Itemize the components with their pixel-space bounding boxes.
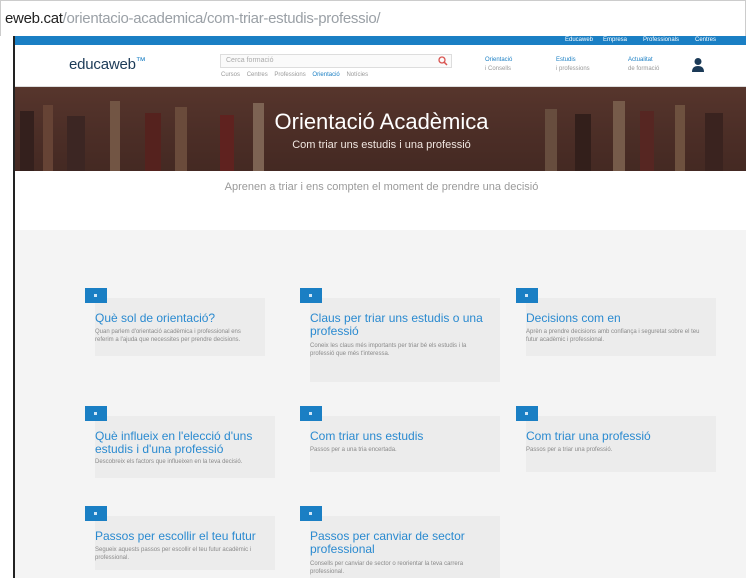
header-link-subtitle: de formació — [628, 66, 660, 72]
site-header: educaweb™ Cerca formació Cursos Centres … — [15, 45, 746, 87]
top-link-2[interactable]: Empresa — [603, 37, 627, 44]
hero-title: Orientació Acadèmica — [274, 109, 489, 134]
card-com-triar-estudis[interactable]: Com triar uns estudis Passos per a una t… — [300, 406, 500, 472]
card-desc: Passos per a una tria encertada. — [310, 447, 397, 453]
filter-professions[interactable]: Professions — [274, 72, 305, 78]
card-badge-icon — [300, 406, 322, 421]
card-passos-futur[interactable]: Passos per escollir el teu futur Segueix… — [85, 506, 275, 570]
url-host: eweb.cat — [5, 10, 63, 27]
logo-text: educaweb — [69, 56, 136, 73]
search-input[interactable]: Cerca formació — [220, 54, 452, 68]
user-icon[interactable] — [691, 57, 705, 73]
card-badge-icon — [516, 406, 538, 421]
header-link-title: Estudis — [556, 57, 576, 63]
hero-banner: Orientació Acadèmica Com triar uns estud… — [15, 87, 746, 171]
logo-mark: ™ — [135, 56, 146, 67]
card-badge-icon — [300, 288, 322, 303]
card-title[interactable]: Com triar uns estudis — [310, 430, 431, 443]
url-path: /orientacio-academica/com-triar-estudis-… — [62, 10, 381, 27]
card-badge-icon — [85, 506, 107, 521]
card-passos-canviar[interactable]: Passos per canviar de sector professiona… — [300, 506, 500, 578]
top-link-4[interactable]: Centres — [695, 37, 716, 44]
url-text[interactable]: eweb.cat/orientacio-academica/com-triar-… — [5, 10, 381, 27]
card-title[interactable]: Claus per triar uns estudis o una profes… — [310, 312, 500, 338]
card-badge-icon — [85, 288, 107, 303]
card-que-es-orientacio[interactable]: Què sol de orientació? Quan parlem d'ori… — [85, 288, 265, 356]
card-desc: Passos per a triar una professió. — [526, 447, 613, 453]
card-desc: Descobreix els factors que influeixen en… — [95, 459, 243, 465]
address-bar[interactable]: eweb.cat/orientacio-academica/com-triar-… — [0, 0, 746, 36]
filter-orientacio[interactable]: Orientació — [312, 72, 339, 78]
header-link-orientacio[interactable]: Orientació i Consells — [485, 56, 535, 74]
card-badge-icon — [85, 406, 107, 421]
card-title[interactable]: Passos per canviar de sector professiona… — [310, 530, 500, 556]
header-link-subtitle: i professions — [556, 66, 590, 72]
filter-centres[interactable]: Centres — [247, 72, 268, 78]
cards-section: Què sol de orientació? Quan parlem d'ori… — [15, 230, 746, 578]
card-com-triar-professio[interactable]: Com triar una professió Passos per a tri… — [516, 406, 716, 472]
web-page: Educaweb Empresa Professionals Centres e… — [13, 36, 746, 578]
card-desc: Quan parlem d'orientació acadèmica i pro… — [95, 329, 241, 343]
intro-text: Aprenen a triar i ens compten el moment … — [224, 181, 539, 193]
header-link-estudis[interactable]: Estudis i professions — [556, 56, 606, 74]
card-badge-icon — [516, 288, 538, 303]
card-decisions[interactable]: Decisions com en Aprèn a prendre decisio… — [516, 288, 716, 356]
card-title[interactable]: Decisions com en — [526, 312, 629, 325]
filter-cursos[interactable]: Cursos — [221, 72, 240, 78]
card-que-influeix[interactable]: Què influeix en l'elecció d'uns estudis … — [85, 406, 275, 478]
top-link-1[interactable]: Educaweb — [565, 37, 593, 44]
card-desc: Aprèn a prendre decisions amb confiança … — [526, 329, 700, 343]
card-title[interactable]: Què influeix en l'elecció d'uns estudis … — [95, 430, 275, 456]
search-filters: Cursos Centres Professions Orientació No… — [221, 72, 373, 78]
site-logo[interactable]: educaweb™ — [69, 56, 146, 73]
header-link-title: Actualitat — [628, 57, 653, 63]
card-title[interactable]: Passos per escollir el teu futur — [95, 530, 264, 543]
card-badge-icon — [300, 506, 322, 521]
search-icon[interactable] — [438, 56, 448, 66]
top-link-3[interactable]: Professionals — [643, 37, 679, 44]
card-claus-per-triar[interactable]: Claus per triar uns estudis o una profes… — [300, 288, 500, 382]
filter-noticies[interactable]: Notícies — [346, 72, 368, 78]
card-title[interactable]: Què sol de orientació? — [95, 312, 223, 325]
header-link-title: Orientació — [485, 57, 513, 63]
card-desc: Coneix les claus més importants per tria… — [310, 343, 467, 357]
hero-subtitle: Com triar uns estudis i una professió — [292, 139, 471, 151]
card-title[interactable]: Com triar una professió — [526, 430, 659, 443]
top-strip: Educaweb Empresa Professionals Centres — [15, 36, 746, 45]
card-desc: Segueix aquests passos per escollir el t… — [95, 547, 252, 561]
search-placeholder: Cerca formació — [226, 57, 274, 64]
header-link-subtitle: i Consells — [485, 66, 512, 72]
card-desc: Consells per canviar de sector o reorien… — [310, 561, 464, 575]
header-link-actualitat[interactable]: Actualitat de formació — [628, 56, 678, 74]
